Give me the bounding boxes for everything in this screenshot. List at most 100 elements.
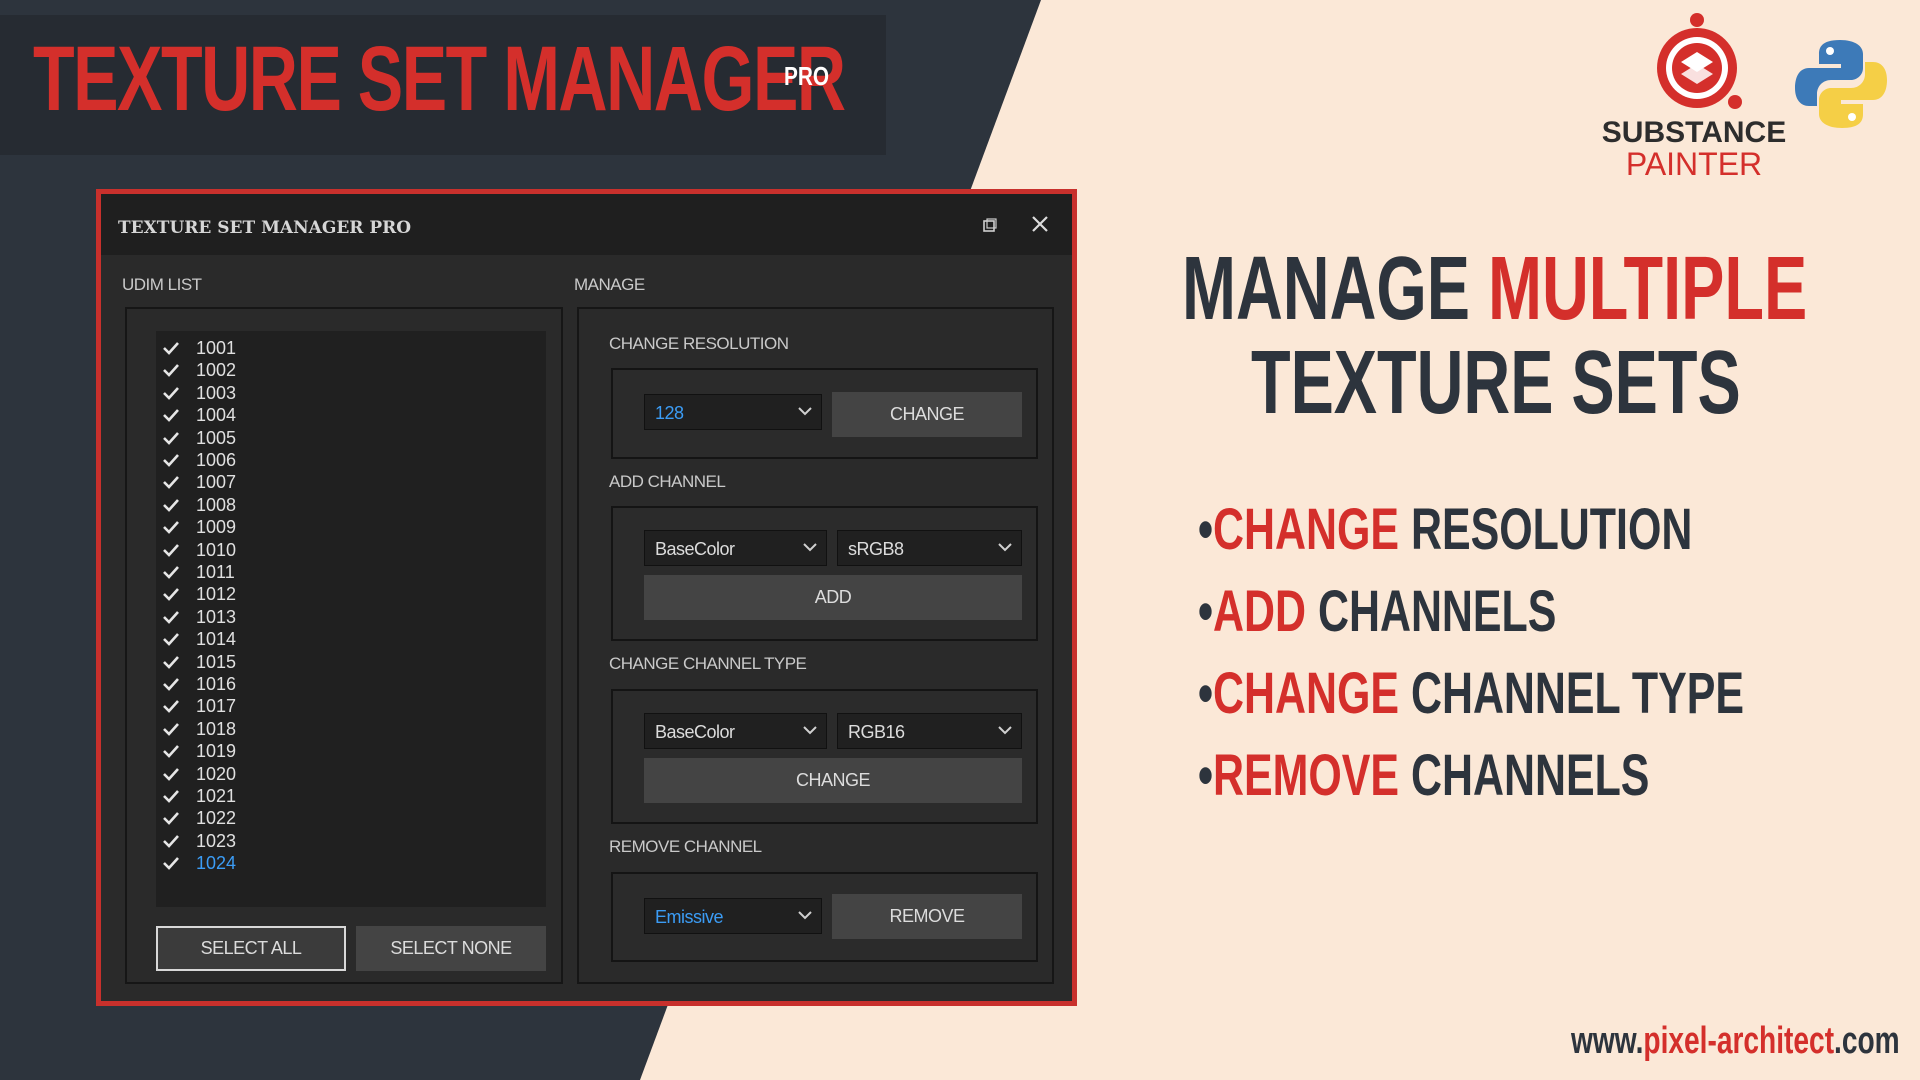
checkmark-icon[interactable] xyxy=(162,519,180,535)
udim-number: 1002 xyxy=(196,360,237,381)
chevron-down-icon xyxy=(798,407,812,416)
headline-line2: TEXTURE SETS xyxy=(1251,333,1741,433)
headline-multiple: MULTIPLE xyxy=(1488,239,1808,339)
udim-item[interactable]: 1019 xyxy=(162,740,462,762)
add-channel-button[interactable]: ADD xyxy=(644,575,1022,620)
udim-item[interactable]: 1005 xyxy=(162,427,462,449)
chevron-down-icon xyxy=(998,543,1012,552)
udim-item[interactable]: 1018 xyxy=(162,718,462,740)
add-format-value: sRGB8 xyxy=(848,539,904,559)
chevron-down-icon xyxy=(998,726,1012,735)
select-all-button[interactable]: SELECT ALL xyxy=(156,926,346,971)
udim-item[interactable]: 1006 xyxy=(162,449,462,471)
checkmark-icon[interactable] xyxy=(162,542,180,558)
add-channel-label: ADD CHANNEL xyxy=(609,472,726,491)
checkmark-icon[interactable] xyxy=(162,586,180,602)
checkmark-icon[interactable] xyxy=(162,676,180,692)
udim-item[interactable]: 1017 xyxy=(162,695,462,717)
checkmark-icon[interactable] xyxy=(162,474,180,490)
checkmark-icon[interactable] xyxy=(162,564,180,580)
feature-accent: CHANGE xyxy=(1213,497,1400,562)
banner: TEXTURE SET MANAGER PRO xyxy=(0,15,886,155)
remove-channel-button[interactable]: REMOVE xyxy=(832,894,1022,939)
checkmark-icon[interactable] xyxy=(162,452,180,468)
type-channel-select[interactable]: BaseColor xyxy=(644,713,827,749)
udim-item[interactable]: 1009 xyxy=(162,516,462,538)
udim-list[interactable]: 1001 1002 1003 1004 1005 1006 1007 1008 1009 1010… xyxy=(156,331,546,907)
substance-painter-logo: SUBSTANCE PAINTER xyxy=(1596,12,1792,182)
checkmark-icon[interactable] xyxy=(162,654,180,670)
checkmark-icon[interactable] xyxy=(162,340,180,356)
checkmark-icon[interactable] xyxy=(162,407,180,423)
udim-item[interactable]: 1001 xyxy=(162,337,462,359)
checkmark-icon[interactable] xyxy=(162,385,180,401)
feature-rest: RESOLUTION xyxy=(1399,497,1693,562)
udim-item[interactable]: 1020 xyxy=(162,763,462,785)
udim-item[interactable]: 1008 xyxy=(162,494,462,516)
resolution-select[interactable]: 128 xyxy=(644,394,822,430)
udim-number: 1014 xyxy=(196,629,237,650)
feature-accent: CHANGE xyxy=(1213,661,1400,726)
udim-item[interactable]: 1003 xyxy=(162,382,462,404)
udim-number: 1008 xyxy=(196,494,237,515)
checkmark-icon[interactable] xyxy=(162,497,180,513)
checkmark-icon[interactable] xyxy=(162,721,180,737)
udim-number: 1021 xyxy=(196,786,237,806)
add-channel-value: BaseColor xyxy=(655,539,735,559)
checkmark-icon[interactable] xyxy=(162,609,180,625)
udim-number: 1022 xyxy=(196,808,237,829)
manage-label: MANAGE xyxy=(574,275,645,294)
feature-rest: CHANNELS xyxy=(1306,579,1557,644)
change-resolution-button[interactable]: CHANGE xyxy=(832,392,1022,437)
website-url: www.pixel-architect.com xyxy=(1571,1022,1900,1060)
add-format-select[interactable]: sRGB8 xyxy=(837,530,1022,566)
headline-manage: MANAGE xyxy=(1182,239,1488,339)
window-titlebar[interactable]: TEXTURE SET MANAGER PRO xyxy=(101,194,1072,255)
udim-item[interactable]: 1023 xyxy=(162,830,462,852)
udim-item[interactable]: 1011 xyxy=(162,561,462,583)
udim-item[interactable]: 1002 xyxy=(162,359,462,381)
udim-item[interactable]: 1007 xyxy=(162,471,462,493)
checkmark-icon[interactable] xyxy=(162,743,180,759)
udim-number: 1012 xyxy=(196,584,237,605)
checkmark-icon[interactable] xyxy=(162,631,180,647)
bullet: • xyxy=(1198,579,1214,644)
udim-list-label: UDIM LIST xyxy=(122,275,202,294)
type-format-select[interactable]: RGB16 xyxy=(837,713,1022,749)
udim-item[interactable]: 1004 xyxy=(162,404,462,426)
substance-word: SUBSTANCE xyxy=(1601,116,1787,149)
remove-channel-group: Emissive REMOVE xyxy=(611,872,1038,962)
checkmark-icon[interactable] xyxy=(162,362,180,378)
checkmark-icon[interactable] xyxy=(162,810,180,826)
udim-number: 1013 xyxy=(196,606,237,627)
add-channel-select[interactable]: BaseColor xyxy=(644,530,827,566)
udim-item[interactable]: 1016 xyxy=(162,673,462,695)
udim-item[interactable]: 1024 xyxy=(162,852,462,874)
feature-rest: CHANNELS xyxy=(1399,743,1650,808)
checkmark-icon[interactable] xyxy=(162,788,180,804)
udim-item[interactable]: 1014 xyxy=(162,628,462,650)
udim-number: 1009 xyxy=(196,517,237,538)
remove-channel-label: REMOVE CHANNEL xyxy=(609,837,762,856)
tool-window: TEXTURE SET MANAGER PRO UDIM LIST MANAGE… xyxy=(96,189,1077,1006)
udim-item[interactable]: 1013 xyxy=(162,606,462,628)
udim-number: 1004 xyxy=(196,405,237,426)
select-none-button[interactable]: SELECT NONE xyxy=(356,926,546,971)
checkmark-icon[interactable] xyxy=(162,833,180,849)
change-resolution-group: 128 CHANGE xyxy=(611,368,1038,459)
udim-item[interactable]: 1022 xyxy=(162,807,462,829)
type-channel-value: BaseColor xyxy=(655,722,735,742)
udim-item[interactable]: 1012 xyxy=(162,583,462,605)
checkmark-icon[interactable] xyxy=(162,698,180,714)
checkmark-icon[interactable] xyxy=(162,855,180,871)
udim-item[interactable]: 1015 xyxy=(162,651,462,673)
udim-item[interactable]: 1021 xyxy=(162,785,462,807)
remove-channel-select[interactable]: Emissive xyxy=(644,898,822,934)
close-icon[interactable] xyxy=(1027,210,1053,238)
checkmark-icon[interactable] xyxy=(162,766,180,782)
restore-icon[interactable] xyxy=(983,218,997,232)
chevron-down-icon xyxy=(798,911,812,920)
change-channel-type-button[interactable]: CHANGE xyxy=(644,758,1022,803)
checkmark-icon[interactable] xyxy=(162,430,180,446)
udim-item[interactable]: 1010 xyxy=(162,539,462,561)
